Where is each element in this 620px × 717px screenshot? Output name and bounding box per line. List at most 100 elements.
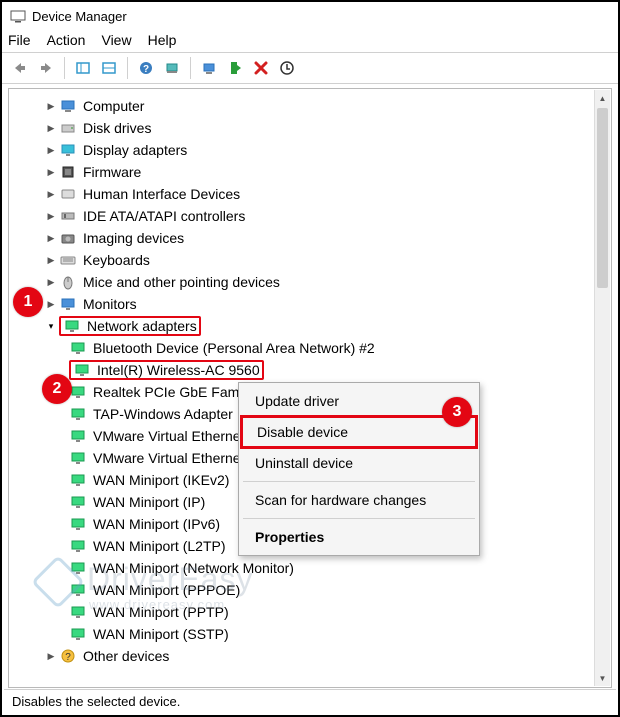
disable-button[interactable] <box>249 56 273 80</box>
highlight-network: Network adapters <box>59 316 201 336</box>
network-adapter-icon <box>69 581 87 599</box>
tree-device-selected[interactable]: Intel(R) Wireless-AC 9560 <box>9 359 611 381</box>
tree-category[interactable]: ▶ Mice and other pointing devices <box>9 271 611 293</box>
tree-device[interactable]: Bluetooth Device (Personal Area Network)… <box>9 337 611 359</box>
keyboard-icon <box>59 251 77 269</box>
toolbar-separator <box>190 57 191 79</box>
tree-category[interactable]: ▶ IDE ATA/ATAPI controllers <box>9 205 611 227</box>
network-adapter-icon <box>69 471 87 489</box>
context-scan[interactable]: Scan for hardware changes <box>241 486 477 514</box>
tree-label: TAP-Windows Adapter <box>93 403 233 425</box>
titlebar: Device Manager <box>2 2 618 30</box>
chevron-right-icon[interactable]: ▶ <box>45 117 57 139</box>
chevron-right-icon[interactable]: ▶ <box>45 271 57 293</box>
network-adapter-icon <box>69 427 87 445</box>
tree-label: WAN Miniport (PPTP) <box>93 601 229 623</box>
tree-category[interactable]: ▶Monitors <box>9 293 611 315</box>
tree-device[interactable]: WAN Miniport (SSTP) <box>9 623 611 645</box>
tree-category[interactable]: ▶ Display adapters <box>9 139 611 161</box>
chevron-right-icon[interactable]: ▶ <box>45 183 57 205</box>
window-title: Device Manager <box>32 9 127 24</box>
computer-icon <box>59 97 77 115</box>
firmware-icon <box>59 163 77 181</box>
chevron-right-icon[interactable]: ▶ <box>45 227 57 249</box>
chevron-down-icon[interactable]: ▾ <box>45 315 57 337</box>
scan-button[interactable] <box>160 56 184 80</box>
imaging-icon <box>59 229 77 247</box>
network-adapter-icon <box>69 493 87 511</box>
chevron-right-icon[interactable]: ▶ <box>45 293 57 315</box>
network-icon <box>63 317 81 335</box>
view-button[interactable] <box>97 56 121 80</box>
scroll-down-icon[interactable]: ▼ <box>595 670 610 686</box>
tree-device[interactable]: WAN Miniport (PPPOE) <box>9 579 611 601</box>
svg-text:?: ? <box>143 64 149 75</box>
update-driver-button[interactable] <box>197 56 221 80</box>
chevron-right-icon[interactable]: ▶ <box>45 161 57 183</box>
forward-button[interactable] <box>34 56 58 80</box>
tree-label: Display adapters <box>83 139 187 161</box>
back-button[interactable] <box>8 56 32 80</box>
callout-1: 1 <box>13 287 43 317</box>
menu-view[interactable]: View <box>101 32 131 48</box>
vertical-scrollbar[interactable]: ▲ ▼ <box>594 90 610 686</box>
enable-button[interactable] <box>223 56 247 80</box>
device-tree: ▶Computer ▶Disk drives ▶ Display adapters… <box>9 89 611 673</box>
tree-category[interactable]: ▶ Human Interface Devices <box>9 183 611 205</box>
chevron-right-icon[interactable]: ▶ <box>45 645 57 667</box>
tree-category[interactable]: ▶Computer <box>9 95 611 117</box>
tree-label: Human Interface Devices <box>83 183 240 205</box>
toolbar-separator <box>64 57 65 79</box>
tree-category[interactable]: ▶ Imaging devices <box>9 227 611 249</box>
tree-category[interactable]: ▶ Keyboards <box>9 249 611 271</box>
highlight-selected-device: Intel(R) Wireless-AC 9560 <box>69 360 264 380</box>
help-button[interactable]: ? <box>134 56 158 80</box>
toolbar: ? <box>2 52 618 84</box>
tree-label: Keyboards <box>83 249 150 271</box>
chevron-right-icon[interactable]: ▶ <box>45 205 57 227</box>
network-adapter-icon <box>69 339 87 357</box>
tree-category[interactable]: ▶Disk drives <box>9 117 611 139</box>
tree-label: Firmware <box>83 161 141 183</box>
uninstall-button[interactable] <box>275 56 299 80</box>
tree-category-network[interactable]: ▾ Network adapters <box>9 315 611 337</box>
context-properties[interactable]: Properties <box>241 523 477 551</box>
context-separator <box>243 518 475 519</box>
other-icon: ? <box>59 647 77 665</box>
display-icon <box>59 141 77 159</box>
tree-label: WAN Miniport (Network Monitor) <box>93 557 294 579</box>
chevron-right-icon[interactable]: ▶ <box>45 139 57 161</box>
menubar: File Action View Help <box>2 30 618 52</box>
tree-device[interactable]: WAN Miniport (Network Monitor) <box>9 557 611 579</box>
context-disable-device[interactable]: Disable device <box>240 415 478 449</box>
menu-help[interactable]: Help <box>148 32 177 48</box>
tree-category[interactable]: ▶? Other devices <box>9 645 611 667</box>
network-adapter-icon <box>69 405 87 423</box>
chevron-right-icon[interactable]: ▶ <box>45 249 57 271</box>
context-uninstall-device[interactable]: Uninstall device <box>241 449 477 477</box>
tree-label: Bluetooth Device (Personal Area Network)… <box>93 337 375 359</box>
scroll-up-icon[interactable]: ▲ <box>595 90 610 106</box>
tree-label: Imaging devices <box>83 227 184 249</box>
show-hidden-button[interactable] <box>71 56 95 80</box>
svg-text:?: ? <box>65 652 71 663</box>
tree-label: IDE ATA/ATAPI controllers <box>83 205 245 227</box>
tree-label: Mice and other pointing devices <box>83 271 280 293</box>
chevron-right-icon[interactable]: ▶ <box>45 95 57 117</box>
scroll-thumb[interactable] <box>597 108 608 288</box>
network-adapter-icon <box>69 603 87 621</box>
network-adapter-icon <box>69 559 87 577</box>
context-separator <box>243 481 475 482</box>
tree-label: Other devices <box>83 645 169 667</box>
tree-label: WAN Miniport (IP) <box>93 491 205 513</box>
menu-file[interactable]: File <box>8 32 31 48</box>
statusbar: Disables the selected device. <box>4 689 616 713</box>
tree-label: WAN Miniport (IPv6) <box>93 513 220 535</box>
tree-device[interactable]: WAN Miniport (PPTP) <box>9 601 611 623</box>
status-text: Disables the selected device. <box>12 694 180 709</box>
network-adapter-icon <box>69 449 87 467</box>
menu-action[interactable]: Action <box>47 32 86 48</box>
tree-label: Realtek PCIe GbE Famil <box>93 381 246 403</box>
tree-category[interactable]: ▶ Firmware <box>9 161 611 183</box>
network-adapter-icon <box>69 537 87 555</box>
